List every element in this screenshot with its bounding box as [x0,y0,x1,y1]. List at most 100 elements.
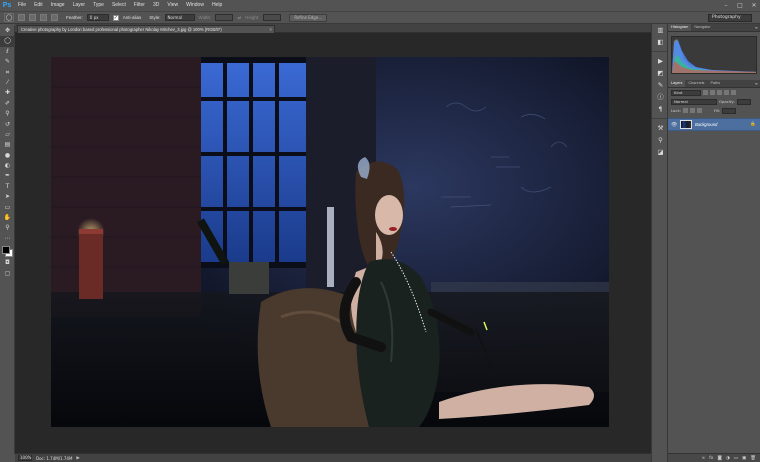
menu-help[interactable]: Help [208,0,226,11]
zoom-level-input[interactable]: 100% [18,455,32,461]
move-tool-icon[interactable]: ✥ [0,26,15,36]
menu-type[interactable]: Type [89,0,108,11]
layer-kind-select[interactable]: Kind [671,89,701,96]
clone-stamp-icon[interactable]: ⚲ [0,109,15,119]
blur-tool-icon[interactable]: ● [0,151,15,161]
close-tab-icon[interactable]: × [269,26,272,33]
tab-layers[interactable]: Layers [668,80,686,87]
paragraph-panel-icon[interactable]: ¶ [652,103,669,115]
layer-background[interactable]: 👁 Background 🔒 [668,118,760,131]
add-selection-icon[interactable] [29,14,36,21]
new-layer-icon[interactable]: ▣ [742,456,746,461]
add-mask-icon[interactable]: ◙ [717,456,721,461]
menu-file[interactable]: File [14,0,30,11]
new-adjustment-icon[interactable]: ◑ [726,456,730,461]
info-panel-icon[interactable]: ⓘ [652,91,669,103]
opacity-input[interactable] [736,98,751,105]
new-group-icon[interactable]: ▭ [734,456,738,461]
more-tools-icon[interactable]: ⋯ [0,234,15,244]
swap-icon[interactable]: ⇄ [237,15,241,21]
hand-tool-icon[interactable]: ✋ [0,213,15,223]
fill-input[interactable] [722,107,737,114]
tab-histogram[interactable]: Histogram [668,24,692,31]
layer-style-icon[interactable]: fx [709,456,713,461]
lock-all-icon[interactable] [696,108,702,113]
delete-layer-icon[interactable]: 🗑 [750,456,756,461]
zoom-tool-icon[interactable]: ⚲ [0,223,15,233]
tools-panel: ✥ ◯ ℓ ✎ ⌗ ⁄ ✚ ✐ ⚲ ↺ ▱ ▤ ● ◐ ✒ T ➤ ▭ ✋ ⚲ … [0,26,15,454]
tab-navigator[interactable]: Navigator [691,24,713,31]
brush-panel-icon[interactable]: ✎ [652,79,669,91]
smart-filter-icon[interactable] [731,90,736,95]
menu-edit[interactable]: Edit [30,0,47,11]
options-bar: ◯ Feather: 0 px ✓ Anti-alias Style: Norm… [0,11,760,24]
layer-lock-icon: 🔒 [750,122,756,127]
clone-source-icon[interactable]: ⚲ [652,134,669,146]
subtract-selection-icon[interactable] [40,14,47,21]
type-tool-icon[interactable]: T [0,182,15,192]
adjustment-filter-icon[interactable] [710,90,715,95]
actions-panel-icon[interactable]: ▶ [652,55,669,67]
history-panel-icon[interactable]: ▥ [652,24,669,36]
blend-mode-select[interactable]: Normal [671,98,717,105]
intersect-selection-icon[interactable] [51,14,58,21]
pixel-filter-icon[interactable] [703,90,708,95]
brush-tool-icon[interactable]: ✐ [0,99,15,109]
tab-channels[interactable]: Channels [685,80,707,87]
visibility-eye-icon[interactable]: 👁 [671,122,677,128]
healing-brush-icon[interactable]: ✚ [0,88,15,98]
status-menu-arrow[interactable]: ▶ [76,456,79,461]
lock-position-icon[interactable] [689,108,695,113]
dodge-tool-icon[interactable]: ◐ [0,161,15,171]
menu-view[interactable]: View [163,0,182,11]
path-select-icon[interactable]: ➤ [0,192,15,202]
properties-panel-icon[interactable]: ◧ [652,36,669,48]
antialias-label: Anti-alias [122,15,142,20]
height-input[interactable] [263,14,282,21]
tab-paths[interactable]: Paths [707,80,723,87]
menu-bar: Ps File Edit Image Layer Type Select Fil… [0,0,760,11]
type-filter-icon[interactable] [717,90,722,95]
antialias-checkbox[interactable]: ✓ [112,14,119,21]
menu-filter[interactable]: Filter [130,0,149,11]
tool-presets-icon[interactable]: ⚒ [652,122,669,134]
menu-image[interactable]: Image [47,0,69,11]
layers-menu-icon[interactable]: ≡ [755,80,758,88]
menu-window[interactable]: Window [182,0,208,11]
width-input[interactable] [215,14,234,21]
shape-filter-icon[interactable] [724,90,729,95]
document-image[interactable] [51,57,609,427]
menu-layer[interactable]: Layer [69,0,90,11]
link-layers-icon[interactable]: ∞ [701,456,705,461]
minimize-button[interactable]: – [722,2,730,10]
panel-menu-icon[interactable]: ≡ [755,24,758,32]
maximize-button[interactable]: □ [736,2,744,10]
foreground-color-swatch[interactable] [2,246,10,255]
menu-3d[interactable]: 3D [149,0,163,11]
eyedropper-icon[interactable]: ⁄ [0,78,15,88]
eraser-icon[interactable]: ▱ [0,130,15,140]
screen-mode-icon[interactable]: ▢ [0,269,15,279]
feather-input[interactable]: 0 px [86,14,109,21]
crop-tool-icon[interactable]: ⌗ [0,68,15,78]
gradient-tool-icon[interactable]: ▤ [0,140,15,150]
history-brush-icon[interactable]: ↺ [0,120,15,130]
refine-edge-button[interactable]: Refine Edge... [289,13,328,22]
document-tab[interactable]: Creative photography by London based pro… [17,25,275,33]
new-selection-icon[interactable] [18,14,25,21]
menu-select[interactable]: Select [108,0,130,11]
styles-panel-icon[interactable]: ◪ [652,146,669,158]
shape-tool-icon[interactable]: ▭ [0,203,15,213]
close-button[interactable]: ✕ [750,2,758,10]
lock-pixels-icon[interactable] [682,108,688,113]
style-select[interactable]: Normal [164,14,195,21]
adjustments-panel-icon[interactable]: ◩ [652,67,669,79]
elliptical-marquee-icon[interactable]: ◯ [4,13,14,22]
quick-select-icon[interactable]: ✎ [0,57,15,67]
workspace-switcher[interactable]: Photography [708,14,752,22]
quick-mask-icon[interactable]: ◘ [0,258,15,268]
marquee-tool-icon[interactable]: ◯ [0,36,15,47]
pen-tool-icon[interactable]: ✒ [0,171,15,181]
right-panels: Histogram Navigator ≡ Layers Channels Pa… [668,24,760,462]
lasso-tool-icon[interactable]: ℓ [0,47,15,57]
